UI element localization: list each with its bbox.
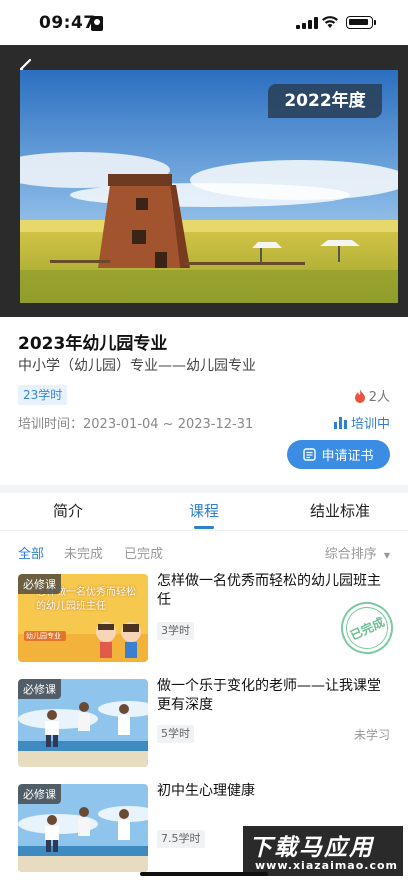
section-separator — [0, 485, 408, 493]
participants-count: 2人 — [368, 390, 390, 405]
course-item-title: 初中生心理健康 — [157, 783, 255, 799]
course-list-item[interactable]: 必修课 做一个乐于变化的老师——让我课堂更有深度 5学时 未学习 — [0, 678, 408, 771]
course-subtitle: 中小学（幼儿园）专业——幼儿园专业 — [18, 358, 256, 374]
training-status-label: 培训中 — [350, 417, 390, 432]
tab-courses[interactable]: 课程 — [189, 500, 219, 521]
status-bar: 09:47 — [0, 0, 408, 45]
active-tab-indicator — [194, 526, 214, 529]
watermark-url: www.xiazaimao.com — [255, 859, 399, 872]
required-tag: 必修课 — [18, 784, 61, 804]
course-thumbnail: 必修课 — [18, 679, 148, 767]
caret-down-icon: ▼ — [383, 551, 390, 560]
filter-incomplete[interactable]: 未完成 — [64, 543, 103, 562]
course-item-hours: 5学时 — [157, 725, 194, 743]
course-thumbnail: 怎样做一名优秀而轻松的幼儿园班主任 幼儿园专业 必修课 — [18, 574, 148, 662]
required-tag: 必修课 — [18, 679, 61, 699]
year-badge: 2022年度 — [268, 84, 382, 118]
signal-icon — [296, 17, 318, 29]
watermark-title: 下载马应用 — [249, 835, 374, 861]
filter-all[interactable]: 全部 — [18, 543, 44, 562]
course-item-title: 做一个乐于变化的老师——让我课堂更有深度 — [157, 678, 381, 713]
watermark-logo: 下载马应用 www.xiazaimao.com — [243, 826, 403, 876]
thumbnail-badge: 幼儿园专业 — [26, 632, 61, 640]
hours-tag: 23学时 — [18, 385, 68, 405]
training-status: 培训中 — [333, 413, 390, 432]
tab-bar: 简介 课程 结业标准 — [0, 493, 408, 531]
person-icon — [91, 16, 103, 31]
filter-completed[interactable]: 已完成 — [124, 543, 163, 562]
participants: 2人 — [354, 386, 390, 405]
fire-icon — [354, 388, 365, 403]
wifi-icon — [322, 16, 338, 28]
training-period: 培训时间：2023-01-04 ~ 2023-12-31 — [18, 417, 254, 432]
course-thumbnail: 必修课 — [18, 784, 148, 872]
sort-dropdown[interactable]: 综合排序 ▼ — [325, 543, 390, 562]
course-item-hours: 7.5学时 — [157, 830, 205, 848]
sort-label: 综合排序 — [324, 547, 377, 562]
tab-completion-criteria[interactable]: 结业标准 — [310, 500, 370, 521]
course-item-status: 未学习 — [353, 728, 390, 742]
required-tag: 必修课 — [18, 574, 61, 594]
apply-certificate-label: 申请证书 — [321, 449, 374, 464]
home-indicator — [140, 872, 268, 876]
battery-icon — [346, 16, 376, 29]
certificate-icon — [303, 448, 317, 461]
status-time: 09:47 — [39, 13, 96, 33]
apply-certificate-button[interactable]: 申请证书 — [287, 440, 390, 469]
bar-chart-icon — [333, 416, 347, 429]
tab-intro[interactable]: 简介 — [53, 500, 83, 521]
course-title: 2023年幼儿园专业 — [18, 334, 168, 354]
course-item-hours: 3学时 — [157, 622, 194, 640]
